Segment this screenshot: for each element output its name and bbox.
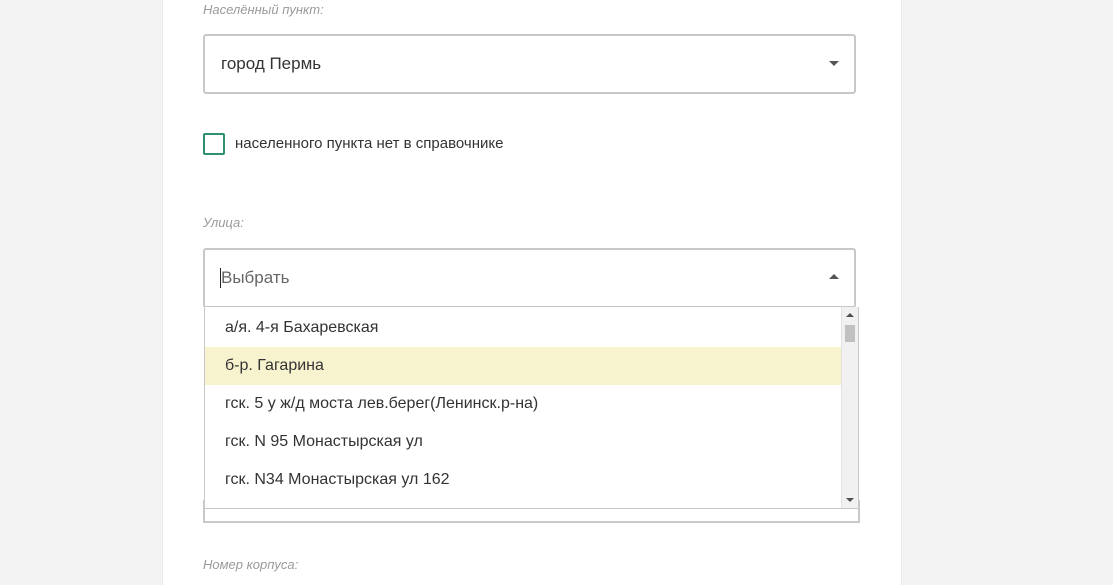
locality-select-value: город Пермь	[221, 54, 322, 73]
street-label: Улица:	[203, 215, 244, 230]
list-item[interactable]: гск. N34 Монастырская ул 162	[205, 461, 841, 499]
list-item[interactable]: гск. N 95 Монастырская ул	[205, 423, 841, 461]
scroll-up-icon[interactable]	[846, 313, 854, 317]
dropdown-scrollbar[interactable]	[841, 307, 858, 508]
scroll-thumb[interactable]	[845, 325, 855, 342]
street-search-input[interactable]	[221, 250, 781, 306]
list-item[interactable]: а/я. 4-я Бахаревская	[205, 309, 841, 347]
chevron-up-icon[interactable]	[829, 274, 839, 279]
building-number-label: Номер корпуса:	[203, 557, 299, 572]
scroll-down-icon[interactable]	[846, 498, 854, 502]
list-item[interactable]: б-р. Гагарина	[205, 347, 841, 385]
locality-missing-label[interactable]: населенного пункта нет в справочнике	[235, 135, 503, 152]
chevron-down-icon[interactable]	[829, 61, 839, 66]
locality-select[interactable]: город Пермь	[203, 34, 856, 94]
locality-label: Населённый пункт:	[203, 2, 324, 17]
text-cursor	[220, 268, 221, 288]
street-select[interactable]	[203, 248, 856, 308]
locality-missing-checkbox[interactable]	[203, 133, 225, 155]
street-dropdown-list: а/я. 4-я Бахаревская б-р. Гагарина гск. …	[204, 307, 859, 509]
list-item[interactable]: гск. 5 у ж/д моста лев.берег(Ленинск.р-н…	[205, 385, 841, 423]
